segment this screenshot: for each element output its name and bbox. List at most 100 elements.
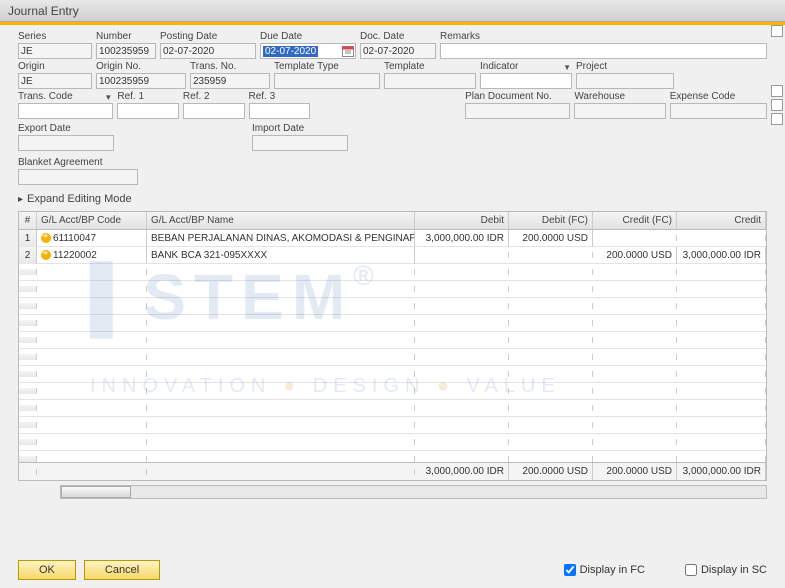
- col-debit-fc[interactable]: Debit (FC): [509, 212, 593, 229]
- display-sc-checkbox[interactable]: Display in SC: [685, 564, 767, 576]
- col-row: #: [19, 212, 37, 229]
- cell-code[interactable]: 61110047: [37, 230, 147, 247]
- table-row[interactable]: [19, 349, 766, 366]
- label-ref2: Ref. 2: [183, 91, 245, 102]
- posting-date-field: 02-07-2020: [160, 43, 256, 59]
- label-template: Template: [384, 61, 476, 72]
- expense-code-field: [670, 103, 767, 119]
- scrollbar-thumb[interactable]: [61, 486, 131, 498]
- total-credit-fc: 200.0000 USD: [593, 463, 677, 480]
- table-row[interactable]: [19, 264, 766, 281]
- label-series: Series: [18, 31, 92, 42]
- label-export-date: Export Date: [18, 123, 114, 134]
- trans-no-field: 235959: [190, 73, 270, 89]
- plan-doc-no-field: [465, 103, 570, 119]
- table-row[interactable]: 211220002BANK BCA 321-095XXXX 200.0000 US…: [19, 247, 766, 264]
- table-row[interactable]: [19, 383, 766, 400]
- table-row[interactable]: [19, 315, 766, 332]
- row-number: 1: [19, 230, 37, 247]
- label-trans-code: Trans. Code: [18, 91, 113, 102]
- label-posting-date: Posting Date: [160, 31, 256, 42]
- table-row[interactable]: [19, 434, 766, 451]
- label-number: Number: [96, 31, 156, 42]
- horizontal-scrollbar[interactable]: [60, 485, 767, 499]
- export-date-field: [18, 135, 114, 151]
- label-ref3: Ref. 3: [249, 91, 311, 102]
- display-fc-input[interactable]: [564, 564, 576, 576]
- total-debit: 3,000,000.00 IDR: [415, 463, 509, 480]
- due-date-field[interactable]: 02-07-2020: [260, 43, 356, 59]
- label-doc-date: Doc. Date: [360, 31, 436, 42]
- remarks-field[interactable]: [440, 43, 767, 59]
- window-titlebar: Journal Entry: [0, 0, 785, 22]
- template-field: [384, 73, 476, 89]
- series-field: JE: [18, 43, 92, 59]
- col-debit[interactable]: Debit: [415, 212, 509, 229]
- link-arrow-icon[interactable]: [41, 233, 51, 243]
- chevron-down-icon: ▼: [563, 63, 571, 72]
- display-fc-checkbox[interactable]: Display in FC: [564, 564, 645, 576]
- cell-credit[interactable]: 3,000,000.00 IDR: [677, 247, 766, 264]
- ok-button[interactable]: OK: [18, 560, 76, 580]
- blanket-agreement-field: [18, 169, 138, 185]
- table-row[interactable]: [19, 281, 766, 298]
- label-indicator: Indicator: [480, 61, 572, 72]
- table-row[interactable]: 161110047BEBAN PERJALANAN DINAS, AKOMODA…: [19, 230, 766, 247]
- col-credit-fc[interactable]: Credit (FC): [593, 212, 677, 229]
- table-row[interactable]: [19, 298, 766, 315]
- origin-field: JE: [18, 73, 92, 89]
- col-code[interactable]: G/L Acct/BP Code: [37, 212, 147, 229]
- row-number: 2: [19, 247, 37, 264]
- label-warehouse: Warehouse: [574, 91, 665, 102]
- label-remarks: Remarks: [440, 31, 767, 42]
- cell-debit[interactable]: 3,000,000.00 IDR: [415, 230, 509, 247]
- label-origin: Origin: [18, 61, 92, 72]
- indicator-select[interactable]: ▼: [480, 73, 572, 89]
- trans-code-select[interactable]: ▼: [18, 103, 113, 119]
- ref3-field[interactable]: [249, 103, 311, 119]
- calendar-icon[interactable]: [342, 45, 354, 60]
- cell-debit-fc[interactable]: 200.0000 USD: [509, 230, 593, 247]
- display-fc-label: Display in FC: [580, 564, 645, 576]
- expand-editing-toggle[interactable]: Expand Editing Mode: [18, 193, 785, 205]
- flag-checkbox-2[interactable]: [771, 85, 783, 97]
- total-debit-fc: 200.0000 USD: [509, 463, 593, 480]
- label-origin-no: Origin No.: [96, 61, 186, 72]
- label-plan-doc-no: Plan Document No.: [465, 91, 570, 102]
- col-name[interactable]: G/L Acct/BP Name: [147, 212, 415, 229]
- project-field: [576, 73, 674, 89]
- chevron-down-icon: ▼: [104, 93, 112, 102]
- flag-checkbox-3[interactable]: [771, 99, 783, 111]
- label-project: Project: [576, 61, 674, 72]
- cell-name[interactable]: BEBAN PERJALANAN DINAS, AKOMODASI & PENG…: [147, 230, 415, 247]
- col-credit[interactable]: Credit: [677, 212, 766, 229]
- doc-date-field: 02-07-2020: [360, 43, 436, 59]
- flag-checkbox-4[interactable]: [771, 113, 783, 125]
- ref1-field[interactable]: [117, 103, 179, 119]
- cell-credit-fc[interactable]: 200.0000 USD: [593, 247, 677, 264]
- cell-code[interactable]: 11220002: [37, 247, 147, 264]
- label-ref1: Ref. 1: [117, 91, 179, 102]
- cell-credit[interactable]: [677, 235, 766, 241]
- ref2-field[interactable]: [183, 103, 245, 119]
- cell-debit[interactable]: [415, 252, 509, 258]
- table-row[interactable]: [19, 400, 766, 417]
- warehouse-field: [574, 103, 665, 119]
- label-import-date: Import Date: [252, 123, 348, 134]
- link-arrow-icon[interactable]: [41, 250, 51, 260]
- origin-no-field: 100235959: [96, 73, 186, 89]
- cell-debit-fc[interactable]: [509, 252, 593, 258]
- cell-name[interactable]: BANK BCA 321-095XXXX: [147, 247, 415, 264]
- cancel-button[interactable]: Cancel: [84, 560, 160, 580]
- journal-lines-grid: # G/L Acct/BP Code G/L Acct/BP Name Debi…: [18, 211, 767, 481]
- import-date-field: [252, 135, 348, 151]
- table-row[interactable]: [19, 332, 766, 349]
- table-row[interactable]: [19, 451, 766, 462]
- cell-credit-fc[interactable]: [593, 235, 677, 241]
- table-row[interactable]: [19, 366, 766, 383]
- label-due-date: Due Date: [260, 31, 356, 42]
- display-sc-input[interactable]: [685, 564, 697, 576]
- template-type-field: [274, 73, 380, 89]
- flag-checkbox-1[interactable]: [771, 25, 783, 37]
- table-row[interactable]: [19, 417, 766, 434]
